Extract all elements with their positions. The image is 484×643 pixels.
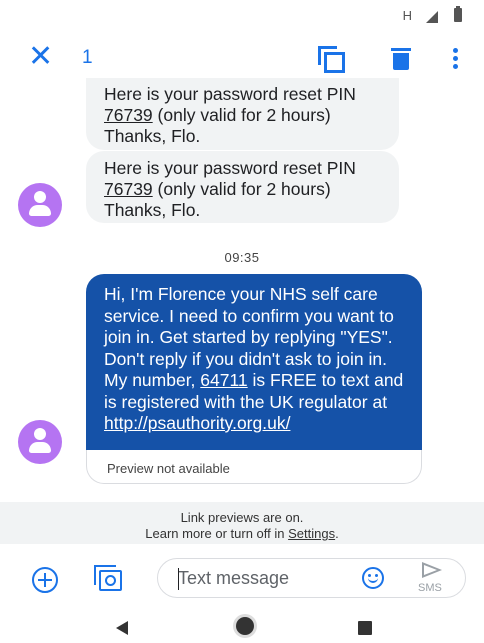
notice-text: . — [335, 526, 339, 541]
message-input[interactable] — [178, 567, 338, 589]
preview-text: Preview not available — [107, 461, 230, 476]
person-icon — [34, 428, 46, 440]
nav-home-icon[interactable] — [236, 617, 254, 635]
phone-number-link[interactable]: 64711 — [200, 370, 247, 390]
copy-icon[interactable] — [318, 46, 345, 73]
selection-action-bar: ✕ 1 — [0, 34, 484, 84]
nav-recents-icon[interactable] — [358, 621, 372, 635]
message-text: Here is your password reset PIN — [104, 158, 356, 178]
contact-avatar[interactable] — [18, 420, 62, 464]
person-icon — [34, 191, 46, 203]
delete-icon[interactable] — [391, 46, 411, 70]
more-vert-icon[interactable] — [453, 48, 459, 70]
network-type-label: H — [402, 8, 412, 23]
battery-icon — [454, 6, 462, 22]
gallery-icon[interactable] — [94, 565, 122, 591]
link-preview-notice: Link previews are on. Learn more or turn… — [0, 502, 484, 544]
add-attachment-icon[interactable] — [32, 567, 58, 593]
message-text: Here is your password reset PIN — [104, 84, 356, 104]
notice-text: Learn more or turn off in — [145, 526, 289, 541]
selected-count: 1 — [82, 47, 93, 68]
send-icon — [422, 562, 442, 578]
link-preview-card[interactable]: Preview not available — [86, 450, 422, 484]
contact-avatar[interactable] — [18, 183, 62, 227]
send-label: SMS — [418, 582, 442, 594]
message-bubble-incoming[interactable]: Here is your password reset PIN 76739 (o… — [86, 151, 399, 223]
message-bubble-outgoing[interactable]: Hi, I'm Florence your NHS self care serv… — [86, 274, 422, 450]
send-button[interactable]: SMS — [418, 560, 452, 596]
pin-link[interactable]: 76739 — [104, 105, 153, 125]
message-timestamp: 09:35 — [224, 250, 260, 265]
emoji-icon[interactable] — [362, 567, 384, 589]
settings-link[interactable]: Settings — [288, 526, 335, 541]
close-icon[interactable]: ✕ — [28, 42, 53, 72]
pin-link[interactable]: 76739 — [104, 179, 153, 199]
nav-back-icon[interactable] — [116, 621, 128, 635]
notice-line: Link previews are on. — [180, 510, 304, 525]
signal-icon — [426, 11, 438, 23]
status-bar: H — [0, 0, 484, 32]
url-link[interactable]: http://psauthority.org.uk/ — [104, 413, 290, 433]
message-bubble-incoming[interactable]: Here is your password reset PIN 76739 (o… — [86, 78, 399, 150]
text-cursor — [178, 568, 179, 590]
